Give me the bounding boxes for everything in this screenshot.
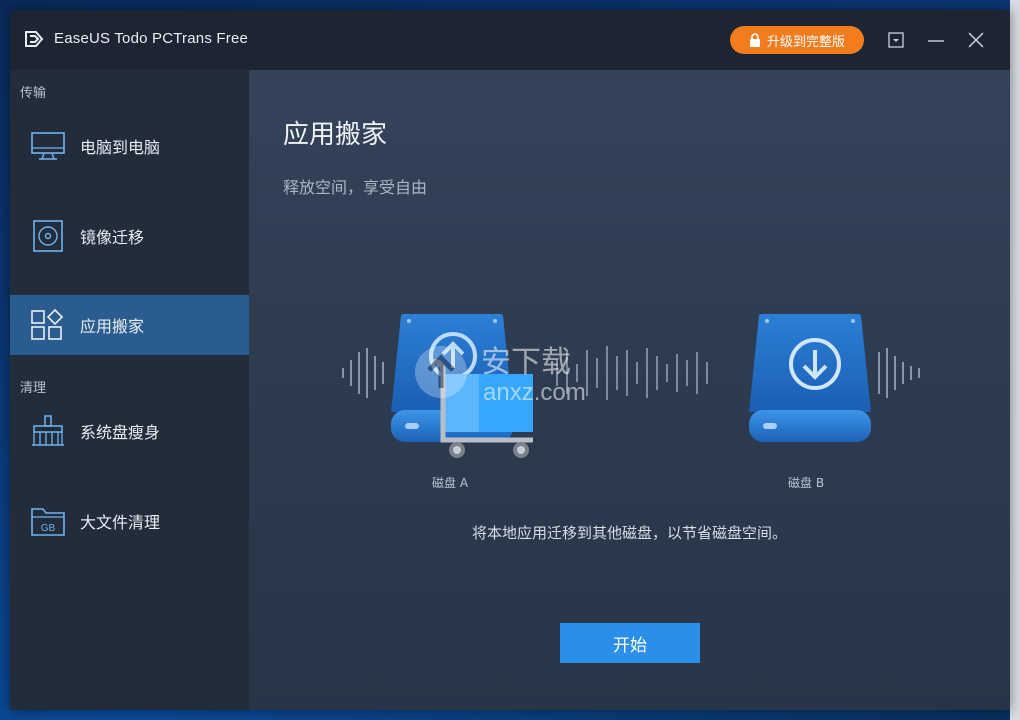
wave-right-icon [878, 348, 920, 398]
gb-folder-icon: GB [31, 508, 65, 536]
close-icon[interactable] [966, 30, 986, 50]
watermark-logo: 安下载 anxz.com [415, 345, 586, 406]
app-logo-icon [25, 31, 44, 47]
upgrade-label: 升级到完整版 [766, 34, 845, 50]
svg-text:GB: GB [41, 523, 56, 534]
title-bar: EaseUS Todo PCTrans Free 升级到完整版 [10, 10, 1010, 70]
watermark-text-cn: 安下载 [481, 345, 571, 380]
sidebar-item-label: 大文件清理 [80, 513, 161, 532]
wave-left-icon [342, 348, 384, 398]
lock-icon [749, 33, 760, 47]
minimize-icon[interactable] [926, 30, 946, 50]
sidebar-item-label: 镜像迁移 [80, 228, 145, 247]
sidebar-item-pc-to-pc[interactable]: 电脑到电脑 [10, 116, 249, 176]
dropdown-menu-icon[interactable] [886, 30, 906, 50]
page-subtitle: 释放空间，享受自由 [283, 178, 428, 197]
app-title: EaseUS Todo PCTrans Free [54, 30, 249, 47]
monitor-icon [31, 132, 65, 160]
sidebar-item-label: 系统盘瘦身 [80, 423, 161, 442]
desktop-background-strip [1010, 0, 1020, 720]
sidebar-item-label: 应用搬家 [80, 317, 145, 336]
main-panel: 应用搬家 释放空间，享受自由 安下载 anxz.com 磁盘 A 磁盘 B 将本… [249, 70, 1010, 710]
sidebar-item-system-slim[interactable]: 系统盘瘦身 [10, 401, 249, 461]
sidebar-item-large-file-cleanup[interactable]: GB 大文件清理 [10, 491, 249, 551]
sidebar-item-app-migration[interactable]: 应用搬家 [10, 295, 249, 355]
start-button[interactable]: 开始 [560, 623, 700, 663]
upgrade-button[interactable]: 升级到完整版 [730, 26, 864, 54]
watermark-text-en: anxz.com [483, 379, 586, 406]
section-label-cleanup: 清理 [20, 381, 47, 396]
sidebar: 传输 电脑到电脑 镜像迁移 应用搬家 清理 系统盘瘦身 GB 大文件清理 [10, 70, 249, 710]
description-text: 将本地应用迁移到其他磁盘，以节省磁盘空间。 [471, 524, 787, 542]
disk-b-icon [749, 314, 871, 442]
disk-a-label: 磁盘 A [432, 476, 469, 490]
section-label-transfer: 传输 [20, 86, 47, 101]
disk-b-label: 磁盘 B [788, 476, 825, 490]
page-title: 应用搬家 [283, 120, 388, 150]
sidebar-item-image-migration[interactable]: 镜像迁移 [10, 206, 249, 266]
apps-icon [31, 309, 64, 340]
broom-icon [32, 415, 64, 446]
disc-icon [33, 220, 63, 252]
sidebar-item-label: 电脑到电脑 [80, 138, 161, 157]
app-window: EaseUS Todo PCTrans Free 升级到完整版 传输 电脑到电脑… [10, 10, 1010, 710]
